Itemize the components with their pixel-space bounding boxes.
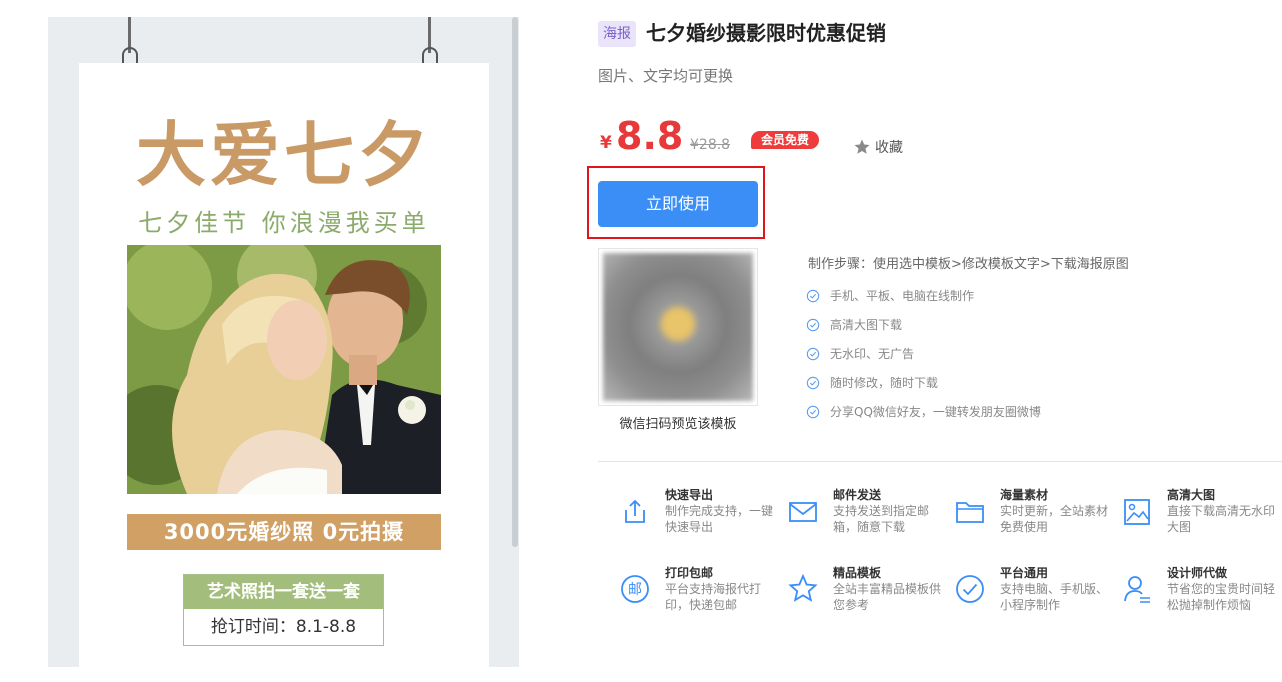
- price-currency: ¥: [600, 133, 612, 153]
- steps-title: 制作步骤：使用选中模板>修改模板文字>下载海报原图: [808, 257, 1129, 272]
- feature-item-print: 邮 打印包邮 平台支持海报代打印，快递包邮: [618, 564, 778, 624]
- mail-icon: [789, 502, 817, 522]
- checklist-text: 高清大图下载: [830, 318, 903, 332]
- checklist-item: 手机、平板、电脑在线制作: [806, 281, 1041, 310]
- price: 8.8: [616, 114, 684, 158]
- feature-item-platform: 平台通用 支持电脑、手机版、小程序制作: [953, 564, 1113, 624]
- poster-offer-date: 抢订时间：8.1-8.8: [210, 617, 357, 637]
- folder-icon: [956, 502, 984, 523]
- favorite-label: 收藏: [875, 140, 903, 156]
- check-circle-icon: [806, 318, 820, 331]
- image-icon: [1124, 499, 1150, 525]
- feature-desc: 支持电脑、手机版、小程序制作: [1000, 582, 1109, 612]
- poster-offer-header: 艺术照拍一套送一套: [184, 575, 383, 609]
- checklist-item: 分享QQ微信好友，一键转发朋友圈微博: [806, 397, 1041, 426]
- poster[interactable]: 大爱七夕 七夕佳节 你浪漫我买单 3000元婚纱照 0元拍摄 艺术照拍一套送一套…: [79, 63, 489, 667]
- section-divider: [598, 461, 1282, 462]
- use-now-button[interactable]: 立即使用: [598, 181, 758, 227]
- qr-code-box: [598, 248, 758, 406]
- couple-photo-image: [127, 245, 441, 494]
- checklist-item: 高清大图下载: [806, 310, 1041, 339]
- feature-item-export: 快速导出 制作完成支持，一键快速导出: [618, 486, 778, 546]
- feature-item-hd: 高清大图 直接下载高清无水印大图: [1120, 486, 1280, 546]
- original-price: ¥28.8: [690, 137, 731, 153]
- feature-title: 设计师代做: [1167, 566, 1228, 580]
- poster-promo-banner: 3000元婚纱照 0元拍摄: [127, 514, 441, 550]
- check-circle-icon: [806, 289, 820, 302]
- check-circle-icon: [806, 347, 820, 360]
- star-icon: [854, 139, 870, 154]
- feature-title: 高清大图: [1167, 488, 1216, 502]
- check-circle-icon: [806, 376, 820, 389]
- designer-icon: [1124, 576, 1150, 603]
- feature-desc: 实时更新，全站素材免费使用: [1000, 504, 1109, 534]
- check-circle-icon: [806, 405, 820, 418]
- favorite-button[interactable]: 收藏: [853, 137, 903, 157]
- feature-desc: 支持发送到指定邮箱，随意下载: [833, 504, 930, 534]
- feature-title: 平台通用: [1000, 566, 1049, 580]
- feature-desc: 平台支持海报代打印，快递包邮: [665, 582, 762, 612]
- checklist-text: 随时修改，随时下载: [830, 376, 939, 390]
- product-title: 七夕婚纱摄影限时优惠促销: [646, 21, 886, 45]
- feature-title: 快速导出: [665, 488, 714, 502]
- product-subtitle: 图片、文字均可更换: [598, 67, 734, 85]
- poster-title: 大爱七夕: [136, 113, 432, 196]
- checklist-item: 随时修改，随时下载: [806, 368, 1041, 397]
- poster-subtitle: 七夕佳节 你浪漫我买单: [138, 209, 430, 237]
- checklist-text: 无水印、无广告: [830, 347, 915, 361]
- feature-title: 精品模板: [833, 566, 882, 580]
- export-icon: [625, 499, 645, 523]
- poster-offer-box: 艺术照拍一套送一套 抢订时间：8.1-8.8: [183, 574, 384, 646]
- category-tag[interactable]: 海报: [598, 21, 636, 47]
- checklist-text: 分享QQ微信好友，一键转发朋友圈微博: [830, 405, 1041, 419]
- feature-desc: 制作完成支持，一键快速导出: [665, 504, 774, 534]
- qr-caption: 微信扫码预览该模板: [619, 417, 737, 432]
- check-circle-icon: [956, 575, 984, 603]
- feature-item-templates: 精品模板 全站丰富精品模板供您参考: [786, 564, 946, 624]
- feature-item-mail: 邮件发送 支持发送到指定邮箱，随意下载: [786, 486, 946, 546]
- feature-item-materials: 海量素材 实时更新，全站素材免费使用: [953, 486, 1113, 546]
- feature-title: 邮件发送: [833, 488, 882, 502]
- feature-desc: 直接下载高清无水印大图: [1167, 504, 1276, 534]
- template-detail-page: 大爱七夕 七夕佳节 你浪漫我买单 3000元婚纱照 0元拍摄 艺术照拍一套送一套…: [0, 0, 1282, 682]
- feature-checklist: 手机、平板、电脑在线制作 高清大图下载 无水印、无广告 随时修改，随时下载 分享…: [806, 281, 1041, 426]
- post-icon: 邮: [621, 575, 649, 603]
- checklist-item: 无水印、无广告: [806, 339, 1041, 368]
- checklist-text: 手机、平板、电脑在线制作: [830, 289, 975, 303]
- feature-item-designer: 设计师代做 节省您的宝贵时间轻松抛掉制作烦恼: [1120, 564, 1280, 624]
- poster-wedding-photo: [127, 245, 441, 494]
- preview-scrollbar[interactable]: [512, 17, 518, 547]
- feature-title: 打印包邮: [665, 566, 714, 580]
- member-free-badge[interactable]: 会员免费: [751, 131, 819, 149]
- qr-code-image: [603, 253, 753, 401]
- star-icon: [788, 573, 818, 602]
- feature-desc: 全站丰富精品模板供您参考: [833, 582, 942, 612]
- feature-desc: 节省您的宝贵时间轻松抛掉制作烦恼: [1167, 582, 1276, 612]
- svg-text:邮: 邮: [628, 582, 642, 598]
- feature-title: 海量素材: [1000, 488, 1049, 502]
